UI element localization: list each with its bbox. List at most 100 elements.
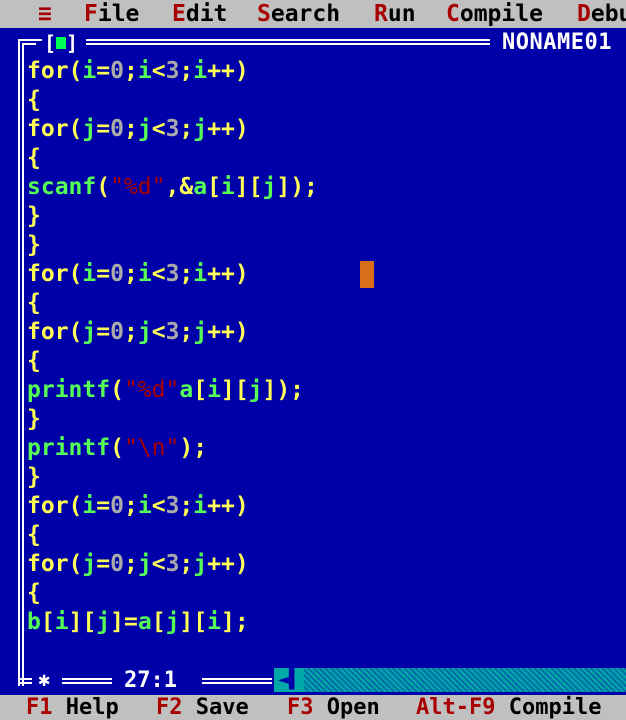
code-token: j [137, 319, 152, 345]
function-key-bar: F1 Help F2 Save F3 Open Alt-F9 Compile [0, 695, 626, 720]
menu-debug[interactable]: Debu [577, 0, 626, 28]
code-token: < [151, 319, 166, 345]
code-token: i [137, 261, 152, 287]
fkey-save[interactable]: F2 Save [156, 695, 249, 720]
code-token: ++) [207, 58, 249, 84]
close-box-icon[interactable]: [] [38, 32, 84, 54]
code-token: for [27, 493, 69, 519]
code-token: i [207, 609, 221, 635]
code-line[interactable]: { [27, 86, 626, 115]
code-token: ++) [207, 116, 249, 142]
code-token: j [193, 551, 208, 577]
code-line[interactable]: } [27, 463, 626, 492]
code-editor[interactable]: for(i=0;i<3;i++){for(j=0;j<3;j++){scanf(… [27, 57, 626, 637]
code-token: i [193, 58, 208, 84]
code-line[interactable]: b[i][j]=a[j][i]; [27, 608, 626, 637]
code-line[interactable]: for(i=0;i<3;i++) [27, 260, 626, 289]
code-line[interactable]: { [27, 579, 626, 608]
code-token: 3 [165, 261, 180, 287]
code-token: ( [68, 116, 83, 142]
code-token: = [96, 319, 111, 345]
code-token: = [96, 493, 111, 519]
code-token: b [27, 609, 41, 635]
code-token: ]); [262, 377, 305, 403]
code-token: { [27, 348, 41, 374]
code-token: for [27, 551, 69, 577]
menu-search[interactable]: Search [257, 0, 340, 28]
code-line[interactable]: { [27, 144, 626, 173]
code-token: 3 [165, 319, 180, 345]
code-token: < [151, 261, 166, 287]
code-token: ( [68, 319, 83, 345]
code-token: i [82, 261, 97, 287]
code-line[interactable]: scanf("%d",&a[i][j]); [27, 173, 626, 202]
code-token: a [137, 609, 152, 635]
code-token: 3 [165, 551, 180, 577]
fkey-compile[interactable]: Alt-F9 Compile [416, 695, 601, 720]
code-token: 0 [110, 493, 124, 519]
resize-star-icon[interactable]: ✱ [38, 666, 50, 692]
code-line[interactable]: { [27, 347, 626, 376]
code-line[interactable]: for(j=0;j<3;j++) [27, 550, 626, 579]
menu-compile[interactable]: Compile [446, 0, 543, 28]
code-token: j [262, 174, 277, 200]
menu-file[interactable]: File [84, 0, 139, 28]
code-line[interactable]: for(j=0;j<3;j++) [27, 318, 626, 347]
code-token: for [27, 261, 69, 287]
code-token: 0 [110, 551, 124, 577]
code-token: { [27, 145, 41, 171]
code-token: < [151, 551, 166, 577]
code-token: ( [110, 377, 124, 403]
code-line[interactable]: { [27, 289, 626, 318]
code-line[interactable]: } [27, 231, 626, 260]
scroll-left-arrow-icon[interactable]: ◄▌ [274, 668, 304, 692]
code-token: ; [123, 493, 138, 519]
code-token: ,& [165, 174, 194, 200]
menu-edit[interactable]: Edit [172, 0, 227, 28]
fkey-open[interactable]: F3 Open [287, 695, 380, 720]
code-line[interactable]: printf("%d"a[i][j]); [27, 376, 626, 405]
code-token: ; [123, 58, 138, 84]
code-token: ( [110, 435, 124, 461]
code-token: ++) [207, 261, 249, 287]
frame-left [18, 44, 24, 686]
code-token: 0 [110, 319, 124, 345]
code-line[interactable]: printf("\n"); [27, 434, 626, 463]
frame-bottom-right [202, 678, 272, 684]
code-line[interactable]: for(i=0;i<3;i++) [27, 492, 626, 521]
code-token: ; [123, 261, 138, 287]
code-token: ++) [207, 551, 249, 577]
code-token: 0 [110, 58, 124, 84]
code-token: ; [123, 319, 138, 345]
code-token: { [27, 290, 41, 316]
fkey-help[interactable]: F1 Help [26, 695, 119, 720]
code-token: ++) [207, 319, 249, 345]
code-token: j [96, 609, 111, 635]
menu-run[interactable]: Run [374, 0, 416, 28]
code-token: [ [193, 377, 208, 403]
code-token: i [82, 493, 97, 519]
code-token: j [193, 319, 208, 345]
code-line[interactable]: } [27, 405, 626, 434]
code-token: ; [179, 493, 194, 519]
code-token: 0 [110, 116, 124, 142]
code-token: ; [123, 116, 138, 142]
code-token: "\n" [123, 435, 180, 461]
code-token: printf [27, 435, 111, 461]
code-token: i [207, 377, 221, 403]
code-line[interactable]: for(i=0;i<3;i++) [27, 57, 626, 86]
code-token: 3 [165, 493, 180, 519]
code-line[interactable]: for(j=0;j<3;j++) [27, 115, 626, 144]
code-line[interactable]: { [27, 521, 626, 550]
code-line[interactable]: } [27, 202, 626, 231]
code-token: for [27, 116, 69, 142]
code-token: 3 [165, 58, 180, 84]
code-token: i [137, 493, 152, 519]
code-token: ; [123, 551, 138, 577]
code-token: ( [68, 58, 83, 84]
code-token: i [193, 261, 208, 287]
code-token: = [96, 261, 111, 287]
system-menu[interactable]: ≡ [38, 0, 52, 28]
horizontal-scrollbar[interactable] [274, 668, 626, 692]
code-token: [ [151, 609, 166, 635]
